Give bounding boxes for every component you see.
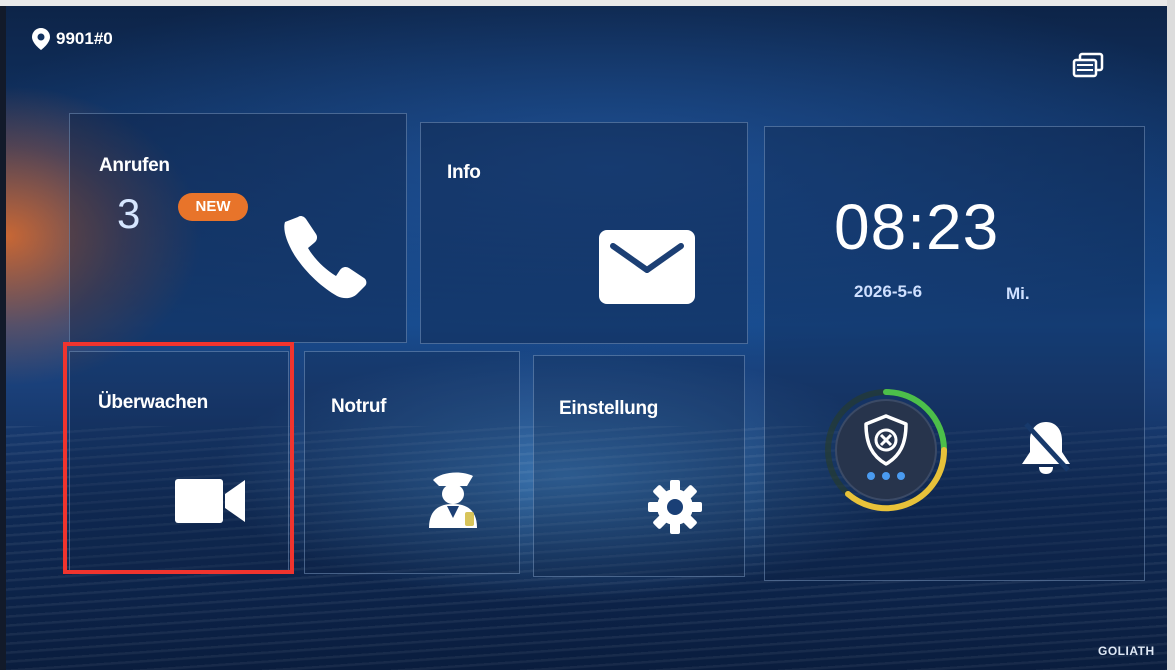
bell-muted-icon[interactable] (1018, 418, 1074, 481)
location-text: 9901#0 (56, 29, 113, 48)
location-indicator: 9901#0 (32, 28, 113, 50)
display-stack-icon[interactable] (1072, 52, 1104, 80)
tile-notruf[interactable] (304, 351, 520, 574)
clock-time: 08:23 (834, 191, 1000, 263)
gear-icon (647, 479, 703, 540)
missed-calls-count: 3 (117, 190, 141, 237)
background-wall-right (1167, 0, 1175, 670)
selection-highlight (63, 342, 294, 574)
tile-einstellung[interactable] (533, 355, 745, 577)
envelope-icon (599, 230, 695, 309)
brand-logo: GOLIATH (1098, 644, 1155, 658)
guard-icon (427, 470, 479, 535)
tile-info-label: Info (447, 162, 481, 183)
clock-weekday: Mi. (1006, 284, 1030, 303)
clock-date: 2026-5-6 (854, 282, 923, 301)
tile-notruf-label: Notruf (331, 396, 387, 417)
phone-icon (279, 214, 369, 305)
tile-einstellung-label: Einstellung (559, 398, 659, 419)
new-badge: NEW (178, 193, 248, 221)
tile-anrufen-label: Anrufen (99, 155, 170, 176)
map-pin-icon (32, 28, 50, 50)
tile-info[interactable] (420, 122, 748, 344)
security-mode-button[interactable] (818, 384, 958, 521)
